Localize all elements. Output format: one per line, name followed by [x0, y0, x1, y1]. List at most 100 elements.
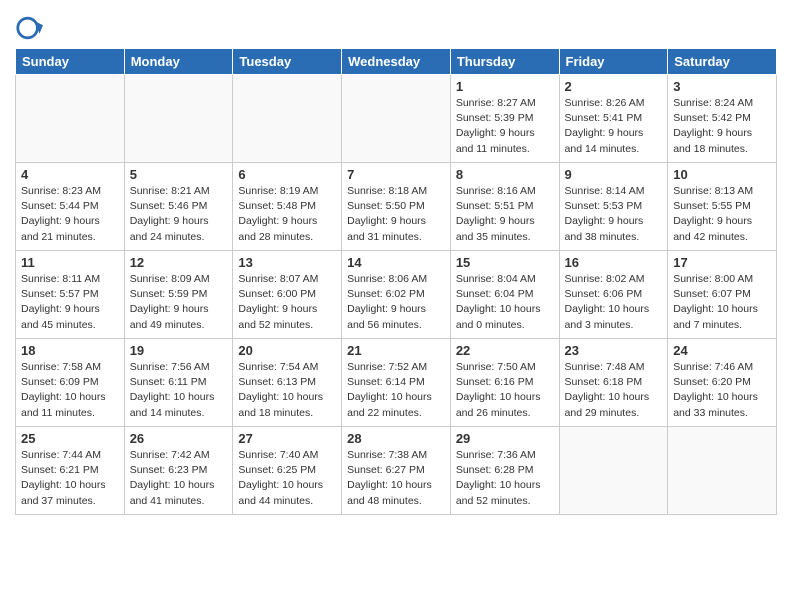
calendar-cell: 6Sunrise: 8:19 AM Sunset: 5:48 PM Daylig… — [233, 163, 342, 251]
calendar-cell: 21 Sunrise: 7:52 AM Sunset: 6:14 PM Dayli… — [342, 339, 451, 427]
calendar-cell: 19 Sunrise: 7:56 AM Sunset: 6:11 PM Dayli… — [124, 339, 233, 427]
day-number: 21 — [347, 343, 445, 358]
calendar-cell: 28 Sunrise: 7:38 AM Sunset: 6:27 PM Dayli… — [342, 427, 451, 515]
day-number: 13 — [238, 255, 336, 270]
day-info: Sunrise: 7:56 AM Sunset: 6:11 PM Dayligh… — [130, 360, 228, 421]
day-number: 2 — [565, 79, 663, 94]
day-number: 15 — [456, 255, 554, 270]
day-info: Sunrise: 8:21 AM Sunset: 5:46 PM Dayligh… — [130, 184, 228, 245]
day-info: Sunrise: 8:06 AM Sunset: 6:02 PM Dayligh… — [347, 272, 445, 333]
logo — [15, 14, 47, 42]
calendar-cell: 2 Sunrise: 8:26 AM Sunset: 5:41 PM Daylig… — [559, 75, 668, 163]
calendar-cell: 26Sunrise: 7:42 AM Sunset: 6:23 PM Dayli… — [124, 427, 233, 515]
calendar-cell: 17Sunrise: 8:00 AM Sunset: 6:07 PM Dayli… — [668, 251, 777, 339]
logo-icon — [15, 14, 43, 42]
calendar-cell: 18 Sunrise: 7:58 AM Sunset: 6:09 PM Dayli… — [16, 339, 125, 427]
calendar-cell: 22Sunrise: 7:50 AM Sunset: 6:16 PM Dayli… — [450, 339, 559, 427]
day-info: Sunrise: 8:13 AM Sunset: 5:55 PM Dayligh… — [673, 184, 771, 245]
day-number: 25 — [21, 431, 119, 446]
day-info: Sunrise: 8:24 AM Sunset: 5:42 PM Dayligh… — [673, 96, 771, 157]
day-number: 17 — [673, 255, 771, 270]
week-row-3: 18 Sunrise: 7:58 AM Sunset: 6:09 PM Dayli… — [16, 339, 777, 427]
calendar-cell: 24 Sunrise: 7:46 AM Sunset: 6:20 PM Dayli… — [668, 339, 777, 427]
calendar-cell — [342, 75, 451, 163]
day-info: Sunrise: 8:19 AM Sunset: 5:48 PM Dayligh… — [238, 184, 336, 245]
day-info: Sunrise: 8:18 AM Sunset: 5:50 PM Dayligh… — [347, 184, 445, 245]
day-info: Sunrise: 7:42 AM Sunset: 6:23 PM Dayligh… — [130, 448, 228, 509]
week-row-2: 11 Sunrise: 8:11 AM Sunset: 5:57 PM Dayli… — [16, 251, 777, 339]
day-info: Sunrise: 8:11 AM Sunset: 5:57 PM Dayligh… — [21, 272, 119, 333]
day-number: 14 — [347, 255, 445, 270]
day-number: 12 — [130, 255, 228, 270]
calendar-cell: 25 Sunrise: 7:44 AM Sunset: 6:21 PM Dayli… — [16, 427, 125, 515]
header-friday: Friday — [559, 49, 668, 75]
header-tuesday: Tuesday — [233, 49, 342, 75]
day-number: 4 — [21, 167, 119, 182]
day-number: 8 — [456, 167, 554, 182]
day-number: 29 — [456, 431, 554, 446]
calendar-cell: 10 Sunrise: 8:13 AM Sunset: 5:55 PM Dayli… — [668, 163, 777, 251]
calendar: SundayMondayTuesdayWednesdayThursdayFrid… — [15, 48, 777, 515]
day-number: 24 — [673, 343, 771, 358]
calendar-cell: 7 Sunrise: 8:18 AM Sunset: 5:50 PM Daylig… — [342, 163, 451, 251]
day-number: 20 — [238, 343, 336, 358]
day-info: Sunrise: 8:26 AM Sunset: 5:41 PM Dayligh… — [565, 96, 663, 157]
header-thursday: Thursday — [450, 49, 559, 75]
calendar-cell: 16 Sunrise: 8:02 AM Sunset: 6:06 PM Dayli… — [559, 251, 668, 339]
calendar-cell — [668, 427, 777, 515]
header-monday: Monday — [124, 49, 233, 75]
day-info: Sunrise: 7:44 AM Sunset: 6:21 PM Dayligh… — [21, 448, 119, 509]
day-info: Sunrise: 7:58 AM Sunset: 6:09 PM Dayligh… — [21, 360, 119, 421]
day-number: 27 — [238, 431, 336, 446]
day-number: 1 — [456, 79, 554, 94]
week-row-1: 4 Sunrise: 8:23 AM Sunset: 5:44 PM Daylig… — [16, 163, 777, 251]
day-number: 3 — [673, 79, 771, 94]
calendar-cell: 27 Sunrise: 7:40 AM Sunset: 6:25 PM Dayli… — [233, 427, 342, 515]
calendar-header-row: SundayMondayTuesdayWednesdayThursdayFrid… — [16, 49, 777, 75]
day-info: Sunrise: 8:07 AM Sunset: 6:00 PM Dayligh… — [238, 272, 336, 333]
calendar-cell: 1 Sunrise: 8:27 AM Sunset: 5:39 PM Daylig… — [450, 75, 559, 163]
page: SundayMondayTuesdayWednesdayThursdayFrid… — [0, 0, 792, 530]
day-info: Sunrise: 8:14 AM Sunset: 5:53 PM Dayligh… — [565, 184, 663, 245]
header-saturday: Saturday — [668, 49, 777, 75]
week-row-0: 1 Sunrise: 8:27 AM Sunset: 5:39 PM Daylig… — [16, 75, 777, 163]
calendar-cell: 3 Sunrise: 8:24 AM Sunset: 5:42 PM Daylig… — [668, 75, 777, 163]
day-number: 10 — [673, 167, 771, 182]
day-number: 7 — [347, 167, 445, 182]
calendar-cell: 5Sunrise: 8:21 AM Sunset: 5:46 PM Daylig… — [124, 163, 233, 251]
calendar-cell: 29 Sunrise: 7:36 AM Sunset: 6:28 PM Dayli… — [450, 427, 559, 515]
day-number: 28 — [347, 431, 445, 446]
day-number: 23 — [565, 343, 663, 358]
calendar-cell: 8Sunrise: 8:16 AM Sunset: 5:51 PM Daylig… — [450, 163, 559, 251]
calendar-cell: 13 Sunrise: 8:07 AM Sunset: 6:00 PM Dayli… — [233, 251, 342, 339]
day-number: 9 — [565, 167, 663, 182]
day-info: Sunrise: 8:09 AM Sunset: 5:59 PM Dayligh… — [130, 272, 228, 333]
day-info: Sunrise: 8:27 AM Sunset: 5:39 PM Dayligh… — [456, 96, 554, 157]
day-info: Sunrise: 7:40 AM Sunset: 6:25 PM Dayligh… — [238, 448, 336, 509]
day-info: Sunrise: 8:02 AM Sunset: 6:06 PM Dayligh… — [565, 272, 663, 333]
calendar-cell: 9 Sunrise: 8:14 AM Sunset: 5:53 PM Daylig… — [559, 163, 668, 251]
calendar-cell: 14 Sunrise: 8:06 AM Sunset: 6:02 PM Dayli… — [342, 251, 451, 339]
day-number: 11 — [21, 255, 119, 270]
calendar-cell: 4 Sunrise: 8:23 AM Sunset: 5:44 PM Daylig… — [16, 163, 125, 251]
day-info: Sunrise: 7:38 AM Sunset: 6:27 PM Dayligh… — [347, 448, 445, 509]
day-info: Sunrise: 7:46 AM Sunset: 6:20 PM Dayligh… — [673, 360, 771, 421]
calendar-cell: 12 Sunrise: 8:09 AM Sunset: 5:59 PM Dayli… — [124, 251, 233, 339]
day-info: Sunrise: 7:52 AM Sunset: 6:14 PM Dayligh… — [347, 360, 445, 421]
day-info: Sunrise: 8:23 AM Sunset: 5:44 PM Dayligh… — [21, 184, 119, 245]
calendar-cell — [559, 427, 668, 515]
header — [15, 10, 777, 42]
calendar-cell: 23 Sunrise: 7:48 AM Sunset: 6:18 PM Dayli… — [559, 339, 668, 427]
day-number: 16 — [565, 255, 663, 270]
calendar-cell: 11 Sunrise: 8:11 AM Sunset: 5:57 PM Dayli… — [16, 251, 125, 339]
day-number: 19 — [130, 343, 228, 358]
calendar-cell — [124, 75, 233, 163]
day-number: 18 — [21, 343, 119, 358]
day-number: 22 — [456, 343, 554, 358]
day-info: Sunrise: 7:54 AM Sunset: 6:13 PM Dayligh… — [238, 360, 336, 421]
day-info: Sunrise: 7:36 AM Sunset: 6:28 PM Dayligh… — [456, 448, 554, 509]
calendar-cell: 15 Sunrise: 8:04 AM Sunset: 6:04 PM Dayli… — [450, 251, 559, 339]
day-info: Sunrise: 8:04 AM Sunset: 6:04 PM Dayligh… — [456, 272, 554, 333]
calendar-cell — [16, 75, 125, 163]
day-info: Sunrise: 7:48 AM Sunset: 6:18 PM Dayligh… — [565, 360, 663, 421]
